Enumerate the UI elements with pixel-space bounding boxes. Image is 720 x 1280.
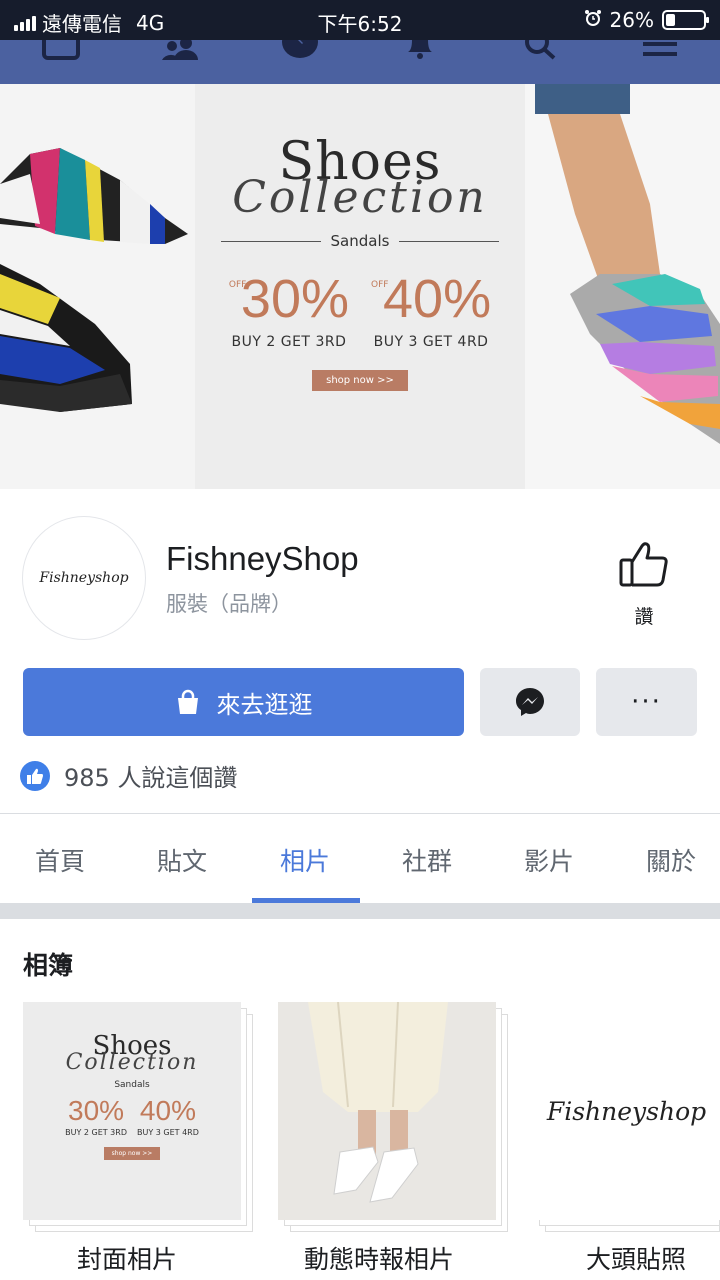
fashion-photo	[308, 1002, 448, 1203]
album-thumbnail	[278, 1002, 496, 1220]
likes-summary: 985 人說這個讚	[20, 758, 237, 793]
tab-community[interactable]: 社群	[402, 842, 452, 878]
battery-icon	[662, 10, 709, 30]
search-icon[interactable]	[520, 40, 560, 60]
album-label: 動態時報相片	[304, 1245, 455, 1274]
page-title: FishneyShop	[166, 540, 359, 577]
network-type: 4G	[136, 10, 165, 35]
tab-home[interactable]: 首頁	[35, 842, 85, 878]
home-icon[interactable]	[41, 40, 81, 60]
more-icon: ···	[631, 687, 662, 717]
offer-40: OFF40% BUY 3 GET 4RD	[371, 270, 491, 350]
status-left: 遠傳電信 4G	[14, 8, 164, 37]
cover-promo: Shoes Collection Sandals OFF30% BUY 2 GE…	[205, 134, 515, 391]
tab-posts[interactable]: 貼文	[157, 842, 207, 878]
offer-text: BUY 2 GET 3RD	[65, 1128, 127, 1137]
facebook-nav-bar	[0, 40, 720, 84]
offer-text: BUY 2 GET 3RD	[231, 334, 347, 350]
tab-photos[interactable]: 相片	[280, 842, 330, 878]
cover-script-title: Collection	[232, 172, 488, 223]
page-category: 服裝（品牌）	[166, 592, 292, 616]
page-tabs: 首頁 貼文 相片 社群 影片 關於	[0, 814, 720, 904]
offer-percent: 30%	[68, 1095, 125, 1126]
album-thumb-logo-text: Fishneyshop	[546, 1096, 707, 1126]
offer-percent: 30%	[240, 269, 349, 329]
cover-subtitle: Sandals	[330, 232, 390, 250]
album-thumbnail: Fishneyshop	[533, 1002, 720, 1220]
album-thumb-offers: 30% BUY 2 GET 3RD 40% BUY 3 GET 4RD	[23, 1095, 241, 1138]
messenger-icon[interactable]	[280, 40, 320, 60]
status-right: 26%	[584, 8, 709, 32]
offer-text: BUY 3 GET 4RD	[373, 334, 489, 350]
menu-icon[interactable]	[640, 40, 680, 60]
like-badge-icon	[20, 760, 50, 791]
status-bar: 遠傳電信 4G 下午6:52 26%	[0, 0, 720, 40]
friends-icon[interactable]	[160, 40, 200, 60]
offer-off-label: OFF	[228, 280, 247, 290]
battery-percent: 26%	[609, 8, 654, 32]
cover-offers: OFF30% BUY 2 GET 3RD OFF40% BUY 3 GET 4R…	[205, 270, 515, 350]
messenger-icon	[516, 688, 544, 716]
more-options-button[interactable]: ···	[596, 668, 697, 736]
divider	[220, 240, 321, 242]
likes-count-text: 985 人說這個讚	[64, 764, 238, 792]
thumbs-up-icon	[619, 542, 668, 587]
tab-about[interactable]: 關於	[646, 842, 696, 878]
offer-off-label: OFF	[371, 280, 389, 290]
album-label: 封面相片	[77, 1245, 178, 1274]
alarm-icon	[584, 8, 602, 32]
shop-now-badge: shop now >>	[104, 1147, 160, 1160]
signal-icon	[14, 15, 36, 31]
offer-30: OFF30% BUY 2 GET 3RD	[229, 270, 349, 350]
album-thumb-subtitle: Sandals	[114, 1080, 150, 1090]
cover-photo[interactable]: Shoes Collection Sandals OFF30% BUY 2 GE…	[0, 84, 720, 489]
album-label: 大頭貼照	[586, 1245, 687, 1274]
album-thumbnail: Shoes Collection Sandals 30% BUY 2 GET 3R…	[23, 1002, 241, 1220]
tab-videos[interactable]: 影片	[524, 842, 574, 878]
section-divider	[0, 903, 720, 919]
shop-button-label: 來去逛逛	[216, 690, 313, 719]
carrier-name: 遠傳電信	[42, 12, 122, 36]
offer-percent: 40%	[139, 1095, 196, 1126]
message-button[interactable]	[480, 668, 580, 736]
offer-percent: 40%	[383, 269, 492, 329]
album-thumb-script: Collection	[65, 1050, 199, 1075]
divider	[399, 240, 500, 242]
albums-heading: 相簿	[23, 951, 74, 980]
avatar[interactable]: Fishneyshop	[22, 516, 146, 640]
shop-now-badge: shop now >>	[312, 370, 408, 391]
notifications-icon[interactable]	[400, 40, 440, 60]
like-label: 讚	[634, 606, 654, 628]
offer-text: BUY 3 GET 4RD	[137, 1128, 199, 1137]
shopping-bag-icon	[177, 689, 198, 714]
cover-subtitle-row: Sandals	[205, 232, 515, 250]
avatar-logo-text: Fishneyshop	[39, 570, 129, 586]
shop-button[interactable]: 來去逛逛	[23, 668, 464, 736]
like-page-button[interactable]: 讚	[612, 540, 676, 629]
